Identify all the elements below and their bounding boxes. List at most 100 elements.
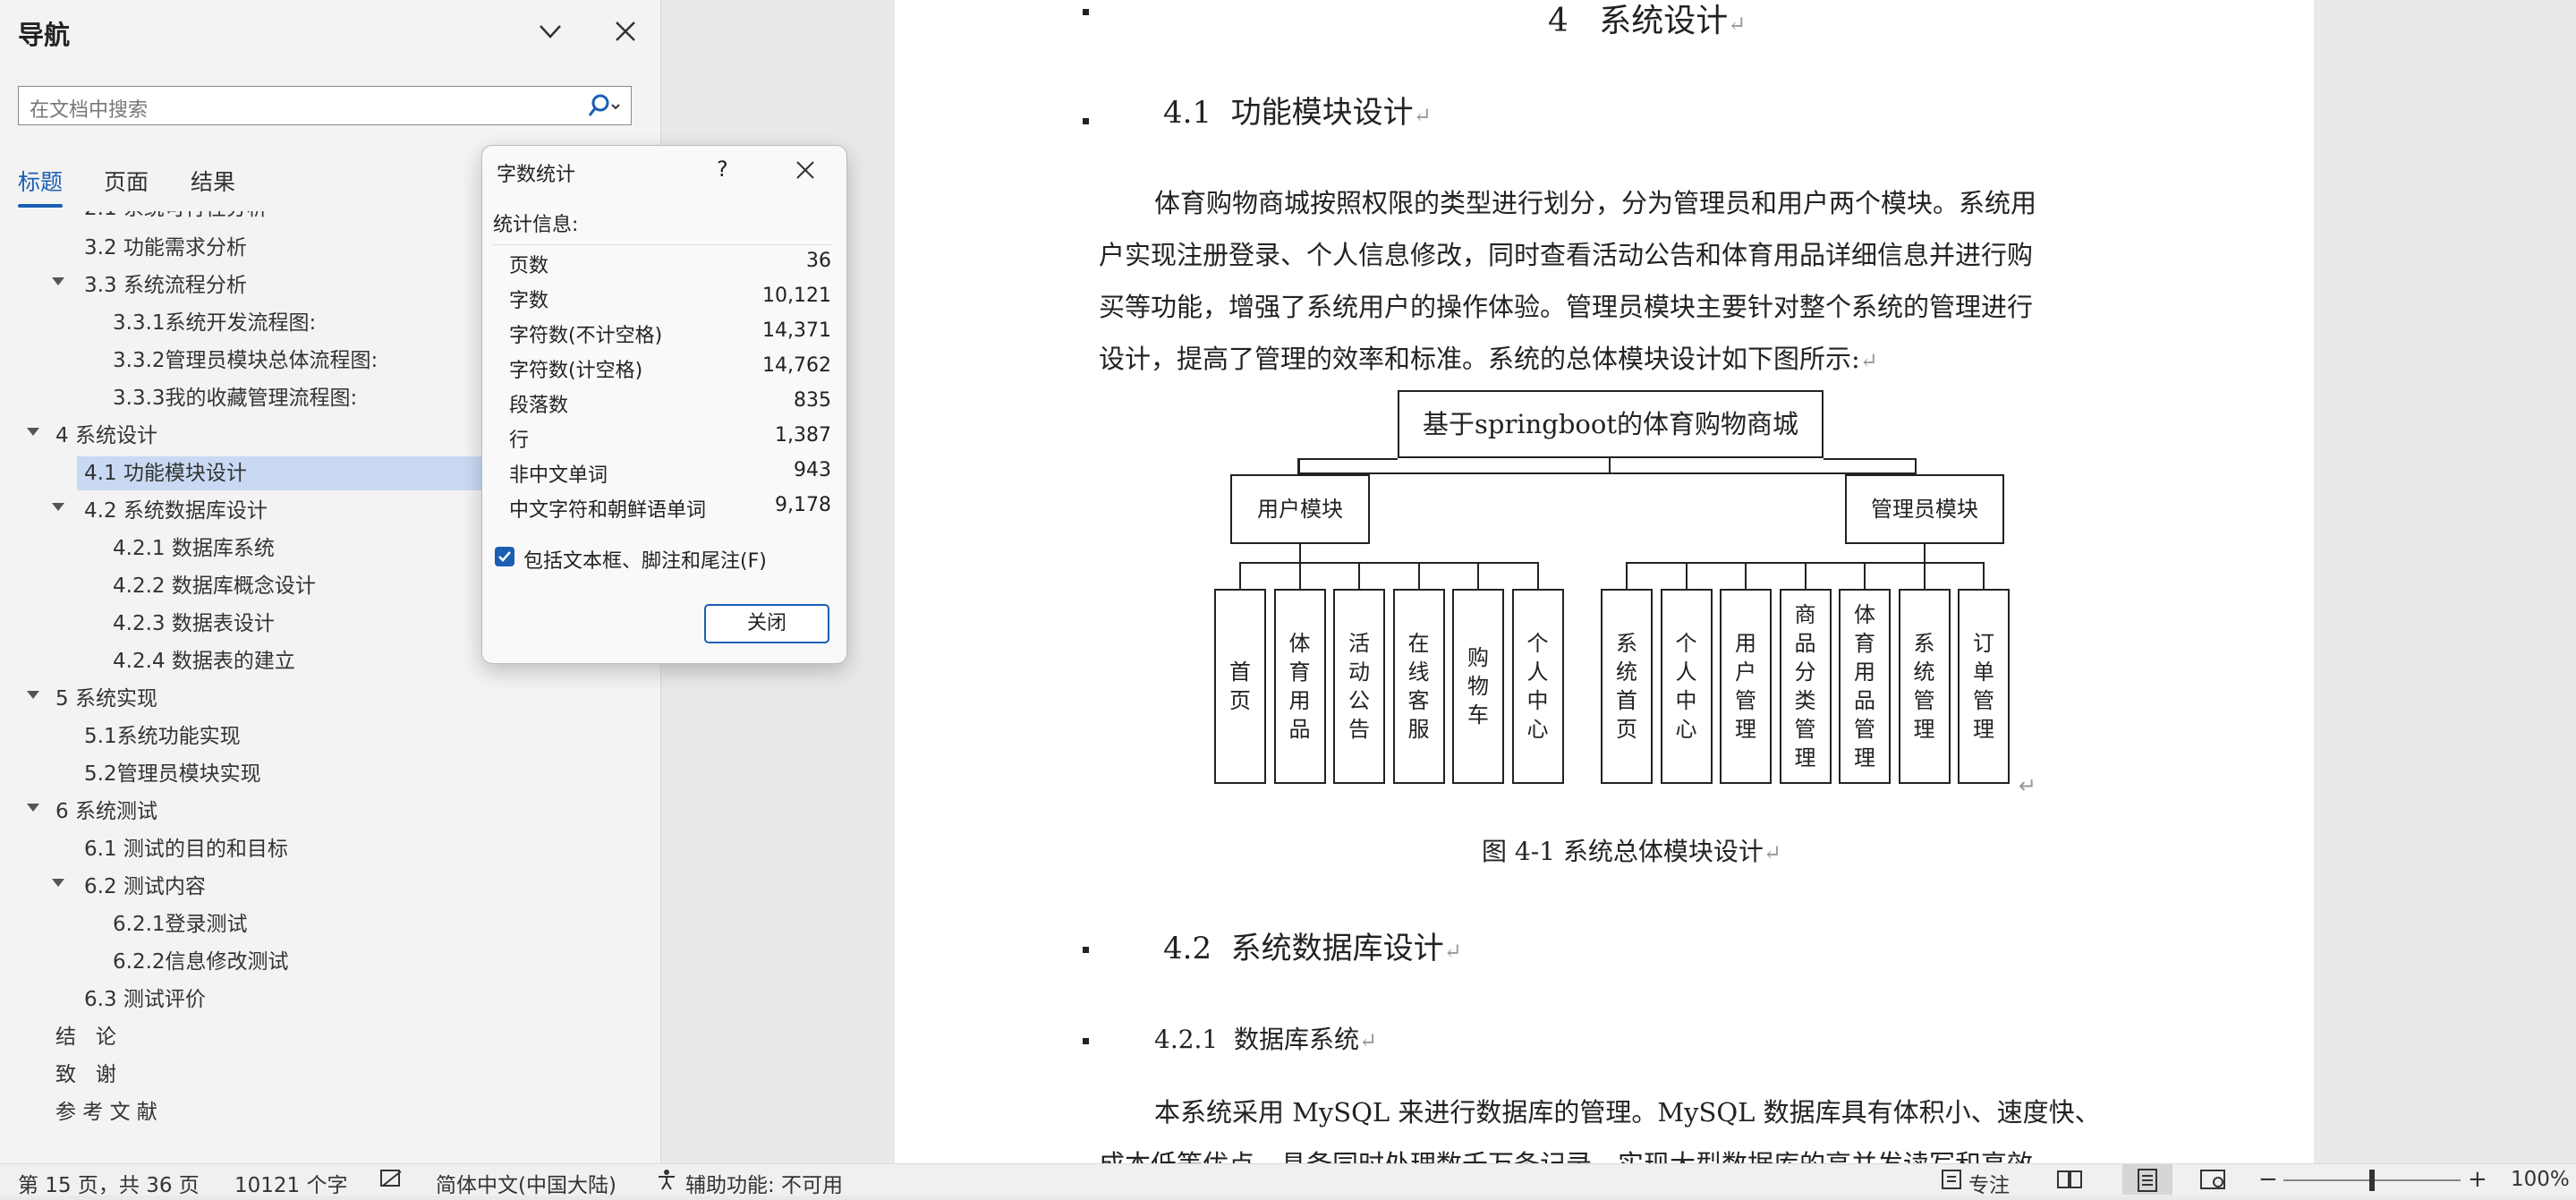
expand-triangle-icon[interactable] [27,691,39,699]
stat-row: 字数 10,121 [509,279,831,313]
diagram-leaf-box: 活动公告 [1333,589,1385,784]
tree-item[interactable]: 4.2.2 数据库概念设计 [113,569,316,603]
diagram-leaf-box: 首页 [1214,589,1266,784]
chevron-down-icon[interactable] [535,16,565,47]
diagram-leaf-label: 用户管理 [1735,631,1756,742]
tree-item[interactable]: 致 谢 [55,1058,116,1092]
document-page[interactable]: 4 系统设计↵ 4.1 功能模块设计↵ 体育购物商城按照权限的类型进行划分，分为… [895,0,2314,1163]
tree-item-selected[interactable]: 4.1 功能模块设计 [77,456,487,490]
accessibility-icon[interactable] [655,1168,678,1196]
heading-marker [1083,947,1089,953]
tree-item[interactable]: 5.2管理员模块实现 [84,757,261,791]
tree-item[interactable]: 6.2 测试内容 [84,870,206,904]
paragraph-mark-icon: ↵ [1763,840,1782,865]
include-textbox-checkbox[interactable] [495,547,514,566]
stat-row: 段落数 835 [509,384,831,418]
tree-item[interactable]: 6.1 测试的目的和目标 [84,832,288,866]
stat-row: 字符数(计空格) 14,762 [509,349,831,383]
tree-item[interactable]: 6.3 测试评价 [84,983,206,1017]
tree-item[interactable]: 4.2.3 数据表设计 [113,607,275,641]
search-icon[interactable] [586,92,622,121]
web-layout-icon[interactable] [2199,1168,2226,1196]
tab-results[interactable]: 结果 [191,165,235,197]
diagram-connector [1609,458,1611,474]
tree-item[interactable]: 6 系统测试 [55,795,157,829]
stat-label: 中文字符和朝鲜语单词 [509,499,707,522]
heading-marker [1083,9,1089,15]
stat-label: 行 [509,430,530,452]
diagram-leaf-box: 订单管理 [1958,589,2010,784]
diagram-leaf-label: 购物车 [1467,645,1489,728]
tree-item[interactable]: 参 考 文 献 [55,1095,157,1129]
zoom-level[interactable]: 100% [2511,1168,2570,1191]
diagram-connector [1477,562,1479,589]
tab-headings[interactable]: 标题 [18,165,63,197]
tab-pages[interactable]: 页面 [104,165,149,197]
close-button[interactable]: 关闭 [704,604,829,643]
paragraph-mark-icon: ↵ [1359,1028,1378,1053]
proofing-icon[interactable] [379,1168,404,1195]
paragraph-mark-icon: ↵ [2019,773,2037,798]
diagram-connector [1745,562,1747,589]
tree-item[interactable]: 6.2.1登录测试 [113,907,248,941]
tree-item[interactable]: 4.2 系统数据库设计 [84,494,268,528]
diagram-connector [1983,562,1985,589]
diagram-connector [1626,562,1628,589]
tree-item[interactable]: 6.2.2信息修改测试 [113,945,289,979]
stat-value: 14,762 [762,354,831,377]
tree-item[interactable]: 结 论 [55,1020,116,1054]
stat-label: 字符数(不计空格) [509,325,663,347]
stat-value: 14,371 [762,319,831,342]
paragraph-line: 买等功能，增强了系统用户的操作体验。管理员模块主要针对整个系统的管理进行 [1099,292,2034,322]
read-mode-icon[interactable] [2056,1168,2083,1196]
stat-label: 字数 [509,290,549,312]
search-input[interactable]: 在文档中搜索 [18,86,632,125]
checkbox-label[interactable]: 包括文本框、脚注和尾注(F) [523,545,767,574]
diagram-admin-module-box: 管理员模块 [1845,474,2004,544]
diagram-connector [1915,458,1917,474]
diagram-leaf-label: 首页 [1229,660,1251,713]
word-count[interactable]: 10121 个字 [234,1168,347,1198]
accessibility-status[interactable]: 辅助功能: 不可用 [685,1168,843,1198]
tree-item[interactable]: 4 系统设计 [55,419,157,453]
focus-mode[interactable]: 专注 [1968,1168,2010,1198]
diagram-leaf-label: 系统管理 [1913,631,1935,742]
diagram-leaf-label: 体育用品 [1288,631,1311,742]
tree-item[interactable]: 3.3.1系统开发流程图: [113,306,316,340]
expand-triangle-icon[interactable] [27,428,39,436]
nav-title: 导航 [18,20,71,50]
language[interactable]: 简体中文(中国大陆) [436,1168,616,1198]
help-button[interactable]: ? [717,157,728,182]
stat-label: 段落数 [509,395,569,417]
tree-item[interactable]: 2.1 系统可行性分析 [84,211,268,226]
page-count[interactable]: 第 15 页，共 36 页 [18,1168,200,1198]
tree-item[interactable]: 5 系统实现 [55,682,157,716]
close-icon[interactable] [792,157,819,183]
close-icon[interactable] [610,16,641,47]
tree-item[interactable]: 5.1系统功能实现 [84,719,241,753]
expand-triangle-icon[interactable] [52,879,64,887]
tree-item[interactable]: 3.3.3我的收藏管理流程图: [113,381,357,415]
expand-triangle-icon[interactable] [52,277,64,285]
diagram-connector [1299,544,1301,564]
zoom-in-button[interactable]: + [2468,1166,2487,1193]
diagram-connector [1358,562,1360,589]
expand-triangle-icon[interactable] [52,503,64,511]
diagram-leaf-box: 用户管理 [1720,589,1772,784]
status-bar: 第 15 页，共 36 页 10121 个字 简体中文(中国大陆) 辅助功能: … [0,1163,2576,1198]
focus-icon[interactable] [1940,1168,1963,1196]
tree-item[interactable]: 3.3.2管理员模块总体流程图: [113,344,378,378]
paragraph-mark-icon: ↵ [1859,348,1878,373]
tree-item[interactable]: 4.2.4 数据表的建立 [113,644,295,678]
zoom-slider-thumb[interactable] [2369,1170,2375,1191]
zoom-out-button[interactable]: − [2258,1166,2278,1193]
paragraph-mark-icon: ↵ [1728,12,1747,37]
heading-marker [1083,1038,1089,1044]
tree-item[interactable]: 4.2.1 数据库系统 [113,532,275,566]
diagram-leaf-label: 订单管理 [1973,631,1994,742]
tree-item[interactable]: 3.2 功能需求分析 [84,231,247,265]
expand-triangle-icon[interactable] [27,804,39,812]
diagram-leaf-box: 在线客服 [1392,589,1445,784]
print-layout-icon[interactable] [2122,1164,2172,1195]
tree-item[interactable]: 3.3 系统流程分析 [84,268,247,302]
